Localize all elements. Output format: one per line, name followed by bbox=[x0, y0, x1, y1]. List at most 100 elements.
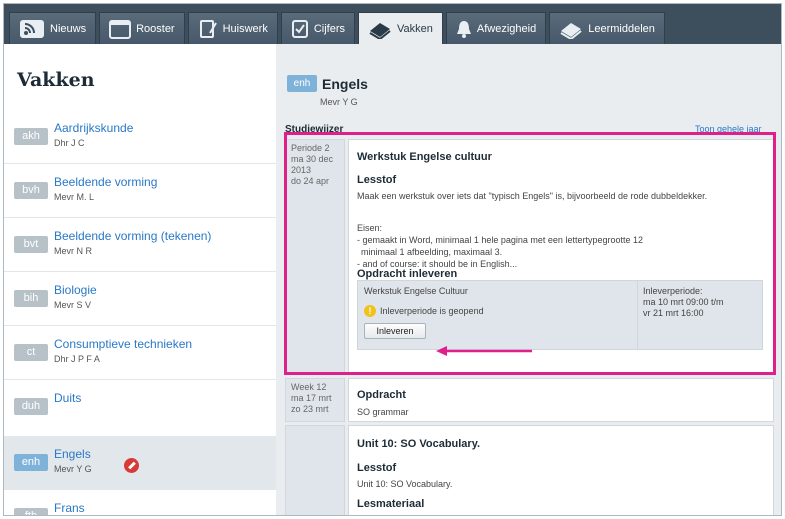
course-abbr-badge: akh bbox=[14, 128, 48, 145]
lesmateriaal-heading: Lesmateriaal bbox=[357, 498, 425, 510]
period-line: ma 30 dec bbox=[291, 154, 334, 164]
learning-materials-icon bbox=[560, 22, 582, 39]
course-abbr-badge: fth bbox=[14, 508, 48, 515]
tab-label: Leermiddelen bbox=[588, 22, 655, 35]
material-badge bbox=[373, 515, 399, 516]
course-abbr-badge: enh bbox=[287, 75, 317, 92]
tab-leermiddelen[interactable]: Leermiddelen bbox=[549, 12, 665, 44]
app-frame: Nieuws Rooster Huiswerk Cijfers Vakken A… bbox=[3, 3, 782, 516]
tab-label: Nieuws bbox=[50, 22, 87, 35]
sidebar-item-consumptieve-technieken[interactable]: ct Consumptieve technieken Dhr J P F A bbox=[4, 326, 276, 380]
course-name[interactable]: Engels bbox=[54, 447, 91, 461]
course-teacher: Mevr S V bbox=[54, 300, 92, 310]
course-name[interactable]: Beeldende vorming (tekenen) bbox=[54, 229, 211, 243]
course-abbr-badge: bvh bbox=[14, 182, 48, 199]
entry-title: Werkstuk Engelse cultuur bbox=[357, 151, 492, 163]
tab-label: Rooster bbox=[136, 22, 175, 35]
tab-nieuws[interactable]: Nieuws bbox=[9, 12, 97, 44]
course-name[interactable]: Aardrijkskunde bbox=[54, 121, 133, 135]
entry-content: Werkstuk Engelse cultuur Lesstof Maak ee… bbox=[348, 139, 774, 375]
eisen-line: - gemaakt in Word, minimaal 1 hele pagin… bbox=[357, 235, 643, 245]
arrow-icon bbox=[436, 346, 532, 356]
tab-label: Afwezigheid bbox=[476, 22, 537, 35]
period-cell: Periode 2 ma 30 dec 2013 do 24 apr bbox=[285, 139, 345, 375]
opdracht-inleveren-heading: Opdracht inleveren bbox=[357, 268, 458, 280]
course-teacher: Mevr M. L bbox=[54, 192, 95, 202]
tab-label: Huiswerk bbox=[222, 22, 268, 35]
main-content: enh Engels Mevr Y G Studiewijzer Toon ge… bbox=[276, 44, 781, 516]
inleveren-button[interactable]: Inleveren bbox=[364, 323, 426, 339]
calendar-icon bbox=[109, 19, 132, 39]
edit-pencil-icon[interactable] bbox=[124, 458, 139, 473]
period-line: 2013 bbox=[291, 165, 312, 175]
course-teacher: Mevr Y G bbox=[320, 97, 358, 107]
top-navigation: Nieuws Rooster Huiswerk Cijfers Vakken A… bbox=[4, 4, 781, 44]
sidebar-item-duits[interactable]: duh Duits bbox=[4, 380, 276, 434]
course-header: enh Engels bbox=[287, 75, 368, 92]
assignment-box: Werkstuk Engelse Cultuur ! Inleverperiod… bbox=[357, 280, 763, 350]
lesstof-text: Maak een werkstuk over iets dat "typisch… bbox=[357, 191, 708, 201]
sidebar-item-biologie[interactable]: bih Biologie Mevr S V bbox=[4, 272, 276, 326]
homework-icon bbox=[199, 19, 217, 38]
grades-icon bbox=[291, 19, 308, 38]
tab-huiswerk[interactable]: Huiswerk bbox=[187, 12, 278, 44]
tab-cijfers[interactable]: Cijfers bbox=[280, 12, 356, 44]
eisen-line: minimaal 1 afbeelding, maximaal 3. bbox=[361, 247, 503, 257]
tab-vakken[interactable]: Vakken bbox=[358, 12, 443, 44]
submission-period-to: vr 21 mrt 16:00 bbox=[643, 308, 704, 318]
course-teacher: Dhr J P F A bbox=[54, 354, 100, 364]
tab-rooster[interactable]: Rooster bbox=[99, 12, 185, 44]
course-abbr-badge: ct bbox=[14, 344, 48, 361]
tab-label: Vakken bbox=[397, 22, 433, 35]
sidebar-panel: Vakken akh Aardrijkskunde Dhr J C bvh Be… bbox=[4, 44, 276, 439]
eisen-label: Eisen: bbox=[357, 223, 383, 233]
entry-title: Unit 10: SO Vocabulary. bbox=[357, 438, 481, 450]
period-line: Week 12 bbox=[291, 382, 327, 392]
studiewijzer-heading: Studiewijzer bbox=[285, 124, 344, 135]
assignment-name: Werkstuk Engelse Cultuur bbox=[364, 286, 468, 296]
sidebar-item-aardrijkskunde[interactable]: akh Aardrijkskunde Dhr J C bbox=[4, 110, 276, 164]
submission-status: Inleverperiode is geopend bbox=[380, 306, 484, 316]
lesstof-text: Unit 10: SO Vocabulary. bbox=[357, 479, 453, 489]
rss-icon bbox=[20, 19, 44, 38]
course-name[interactable]: Consumptieve technieken bbox=[54, 337, 192, 351]
lesstof-heading: Lesstof bbox=[357, 462, 397, 474]
period-line: zo 23 mrt bbox=[291, 404, 329, 414]
period-cell: Week 12 ma 17 mrt zo 23 mrt bbox=[285, 378, 345, 422]
course-abbr-badge: bih bbox=[14, 290, 48, 307]
course-abbr-badge: bvt bbox=[14, 236, 48, 253]
sidebar-item-beeldende-vorming[interactable]: bvh Beeldende vorming Mevr M. L bbox=[4, 164, 276, 218]
tab-afwezigheid[interactable]: Afwezigheid bbox=[445, 12, 547, 44]
lesstof-heading: Lesstof bbox=[357, 174, 397, 186]
period-line: ma 17 mrt bbox=[291, 393, 332, 403]
sidebar: Vakken akh Aardrijkskunde Dhr J C bvh Be… bbox=[4, 44, 276, 515]
sidebar-item-beeldende-vorming-tekenen[interactable]: bvt Beeldende vorming (tekenen) Mevr N R bbox=[4, 218, 276, 272]
course-name[interactable]: Biologie bbox=[54, 283, 97, 297]
period-cell bbox=[285, 425, 345, 515]
course-abbr-badge: enh bbox=[14, 454, 48, 471]
entry-content: Unit 10: SO Vocabulary. Lesstof Unit 10:… bbox=[348, 425, 774, 516]
entry-content: Opdracht SO grammar bbox=[348, 378, 774, 422]
sidebar-item-frans[interactable]: fth Frans bbox=[4, 490, 276, 515]
course-title: Engels bbox=[322, 75, 368, 92]
entry-title: Opdracht bbox=[357, 389, 406, 401]
books-icon bbox=[369, 22, 391, 39]
submission-period-from: ma 10 mrt 09:00 t/m bbox=[643, 297, 724, 307]
course-name[interactable]: Beeldende vorming bbox=[54, 175, 157, 189]
sidebar-item-engels[interactable]: enh Engels Mevr Y G bbox=[4, 436, 276, 490]
course-name[interactable]: Frans bbox=[54, 501, 85, 515]
show-full-year-link[interactable]: Toon gehele jaar bbox=[695, 124, 762, 134]
bell-icon bbox=[456, 20, 471, 38]
course-teacher: Mevr Y G bbox=[54, 464, 92, 474]
tab-label: Cijfers bbox=[313, 22, 346, 35]
course-name[interactable]: Duits bbox=[54, 391, 81, 405]
sidebar-title: Vakken bbox=[17, 69, 95, 91]
course-teacher: Mevr N R bbox=[54, 246, 92, 256]
warning-icon: ! bbox=[364, 305, 376, 317]
submission-period-label: Inleverperiode: bbox=[643, 286, 703, 296]
period-line: do 24 apr bbox=[291, 176, 330, 186]
course-teacher: Dhr J C bbox=[54, 138, 85, 148]
period-line: Periode 2 bbox=[291, 143, 330, 153]
course-abbr-badge: duh bbox=[14, 398, 48, 415]
entry-text: SO grammar bbox=[357, 407, 409, 417]
